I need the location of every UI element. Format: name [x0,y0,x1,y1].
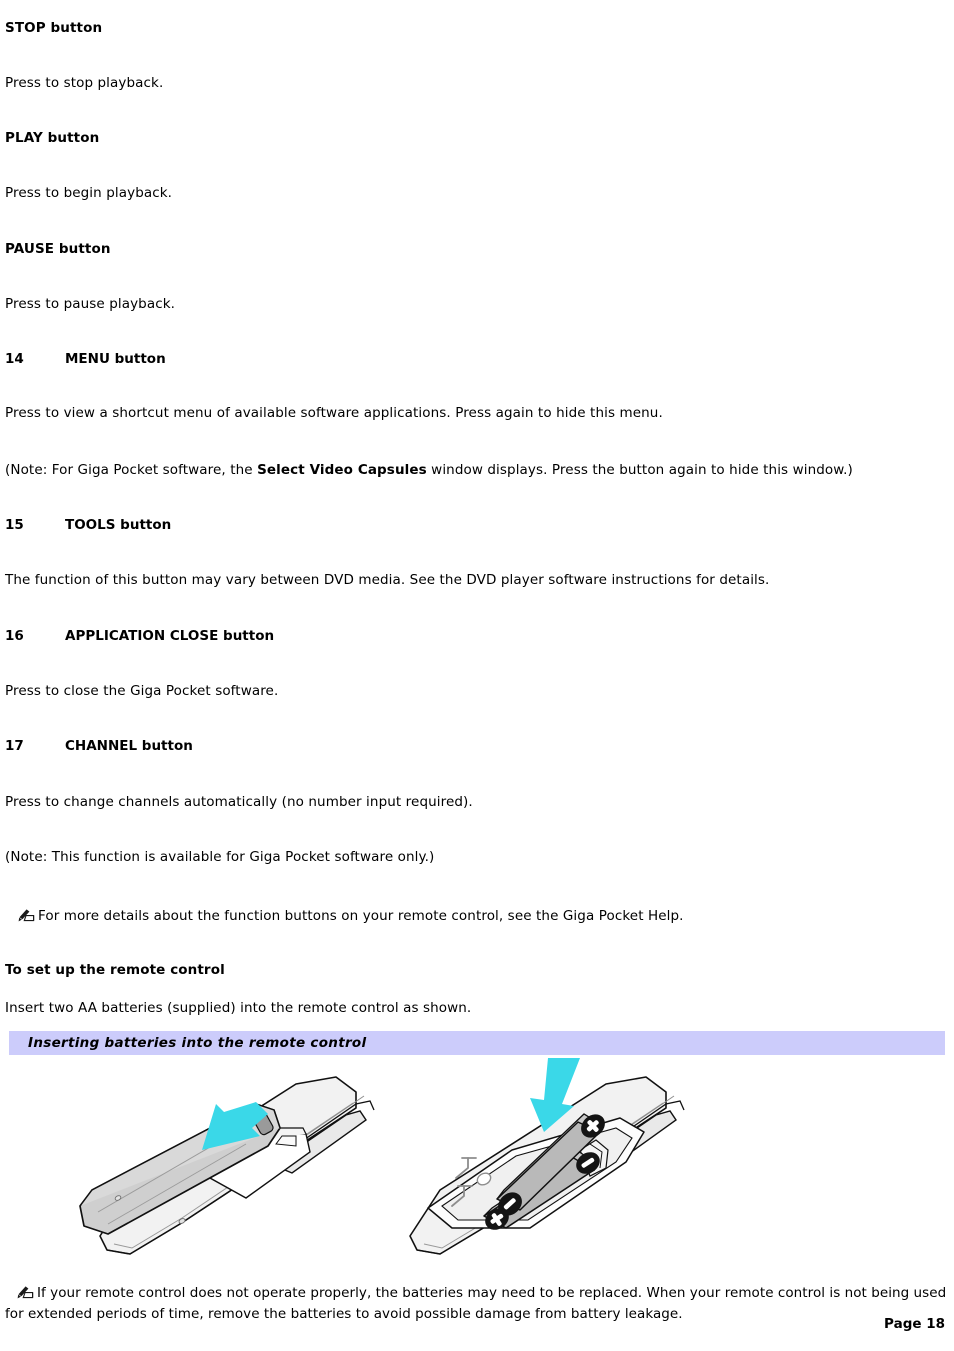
numbered-item-17: 17 CHANNEL button [5,738,193,754]
section-body-play: Press to begin playback. [5,185,173,201]
section-body-pause: Press to pause playback. [5,296,176,312]
figure-caption-bar: Inserting batteries into the remote cont… [9,1031,945,1055]
setup-body: Insert two AA batteries (supplied) into … [5,1000,472,1016]
section-heading-stop: STOP button [5,20,103,36]
numbered-item-14: 14 MENU button [5,351,166,367]
tip-note-text: For more details about the function butt… [38,908,684,924]
item-note-14-prefix: (Note: For Giga Pocket software, the [5,462,258,478]
item-body-17: Press to change channels automatically (… [5,794,473,810]
item-number-14: 14 [5,351,24,367]
item-body-16: Press to close the Giga Pocket software. [5,683,279,699]
numbered-item-16: 16 APPLICATION CLOSE button [5,628,274,644]
tip-note-line: For more details about the function butt… [18,908,684,924]
item-label-15: TOOLS button [65,517,172,533]
item-number-16: 16 [5,628,24,644]
item-label-14: MENU button [65,351,166,367]
item-number-15: 15 [5,517,24,533]
item-body-15: The function of this button may vary bet… [5,572,770,588]
manual-page: STOP button Press to stop playback. PLAY… [0,0,954,1351]
section-body-stop: Press to stop playback. [5,75,164,91]
figure-illustrations [60,1058,700,1278]
item-note-17: (Note: This function is available for Gi… [5,849,435,865]
item-body-14: Press to view a shortcut menu of availab… [5,405,663,421]
panel-battery-insertion [409,1058,685,1255]
pencil-note-icon-2 [17,1285,34,1300]
pencil-note-icon [18,908,35,923]
section-heading-pause: PAUSE button [5,241,111,257]
item-note-14-suffix: window displays. Press the button again … [426,462,853,478]
footer-page-number: Page 18 [884,1316,945,1332]
item-number-17: 17 [5,738,24,754]
panel-remote-cover-removal [79,1076,375,1255]
section-heading-play: PLAY button [5,130,100,146]
item-label-17: CHANNEL button [65,738,193,754]
setup-heading: To set up the remote control [5,962,225,978]
item-label-16: APPLICATION CLOSE button [65,628,275,644]
item-note-14: (Note: For Giga Pocket software, the Sel… [5,462,853,478]
select-video-capsules-label: Select Video Capsules [257,462,427,478]
numbered-item-15: 15 TOOLS button [5,517,171,533]
